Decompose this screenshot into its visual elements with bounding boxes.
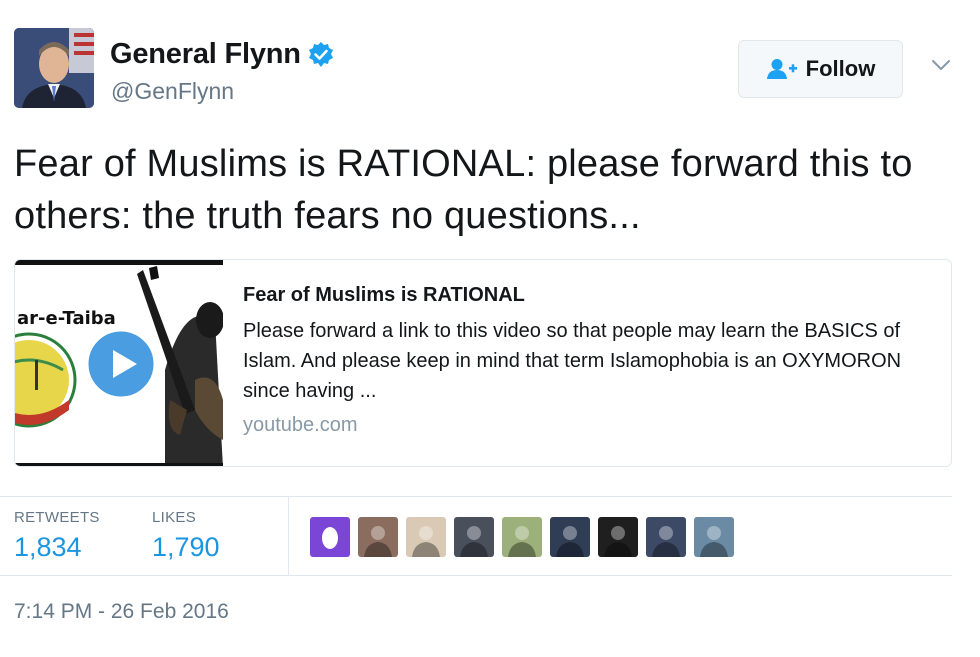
avatar-photo-icon — [694, 517, 734, 557]
likes-label: LIKES — [152, 509, 197, 526]
retweets-label: RETWEETS — [14, 509, 100, 526]
verified-badge-icon — [307, 41, 335, 69]
liker-avatar[interactable] — [598, 517, 638, 557]
card-title: Fear of Muslims is RATIONAL — [243, 284, 525, 306]
name-row: General Flynn — [110, 38, 335, 71]
display-name[interactable]: General Flynn — [110, 38, 301, 71]
avatar[interactable] — [14, 28, 94, 108]
liker-avatar[interactable] — [550, 517, 590, 557]
liker-avatar[interactable] — [646, 517, 686, 557]
card-thumbnail[interactable]: ar-e-Taiba — [15, 260, 223, 466]
link-card[interactable]: ar-e-Taiba Fear of Muslims is RATIONAL P… — [14, 259, 952, 467]
liker-avatars — [310, 517, 742, 557]
card-domain: youtube.com — [243, 414, 358, 436]
avatar-photo-icon — [406, 517, 446, 557]
tweet-stats: RETWEETS 1,834 LIKES 1,790 — [0, 496, 952, 576]
likes-stat[interactable]: LIKES 1,790 — [152, 509, 220, 563]
avatar-photo-icon — [646, 517, 686, 557]
follow-label: Follow — [805, 56, 876, 81]
likes-count: 1,790 — [152, 532, 220, 562]
retweets-stat[interactable]: RETWEETS 1,834 — [14, 509, 100, 563]
avatar-purple-egg-icon — [310, 517, 350, 557]
card-body: Fear of Muslims is RATIONAL Please forwa… — [243, 282, 933, 437]
chevron-down-icon[interactable] — [930, 58, 952, 72]
liker-avatar[interactable] — [358, 517, 398, 557]
avatar-photo-icon — [454, 517, 494, 557]
liker-avatar[interactable] — [406, 517, 446, 557]
profile-photo-icon — [14, 28, 94, 108]
tweet: General Flynn @GenFlynn Follow Fear of M… — [0, 0, 980, 657]
card-description: Please forward a link to this video so t… — [243, 320, 902, 402]
avatar-photo-icon — [502, 517, 542, 557]
liker-avatar[interactable] — [310, 517, 350, 557]
tweet-text: Fear of Muslims is RATIONAL: please forw… — [14, 143, 913, 237]
user-handle[interactable]: @GenFlynn — [111, 78, 234, 105]
add-user-icon — [766, 58, 798, 80]
stats-divider — [288, 497, 289, 575]
retweets-count: 1,834 — [14, 532, 82, 562]
thumbnail-border — [15, 463, 223, 466]
liker-avatar[interactable] — [454, 517, 494, 557]
liker-avatar[interactable] — [694, 517, 734, 557]
avatar-photo-icon — [598, 517, 638, 557]
timestamp[interactable]: 7:14 PM - 26 Feb 2016 — [14, 600, 229, 624]
avatar-photo-icon — [358, 517, 398, 557]
follow-button[interactable]: Follow — [738, 40, 903, 98]
avatar-photo-icon — [550, 517, 590, 557]
liker-avatar[interactable] — [502, 517, 542, 557]
thumbnail-caption: ar-e-Taiba — [17, 308, 116, 329]
play-icon[interactable] — [85, 328, 157, 400]
